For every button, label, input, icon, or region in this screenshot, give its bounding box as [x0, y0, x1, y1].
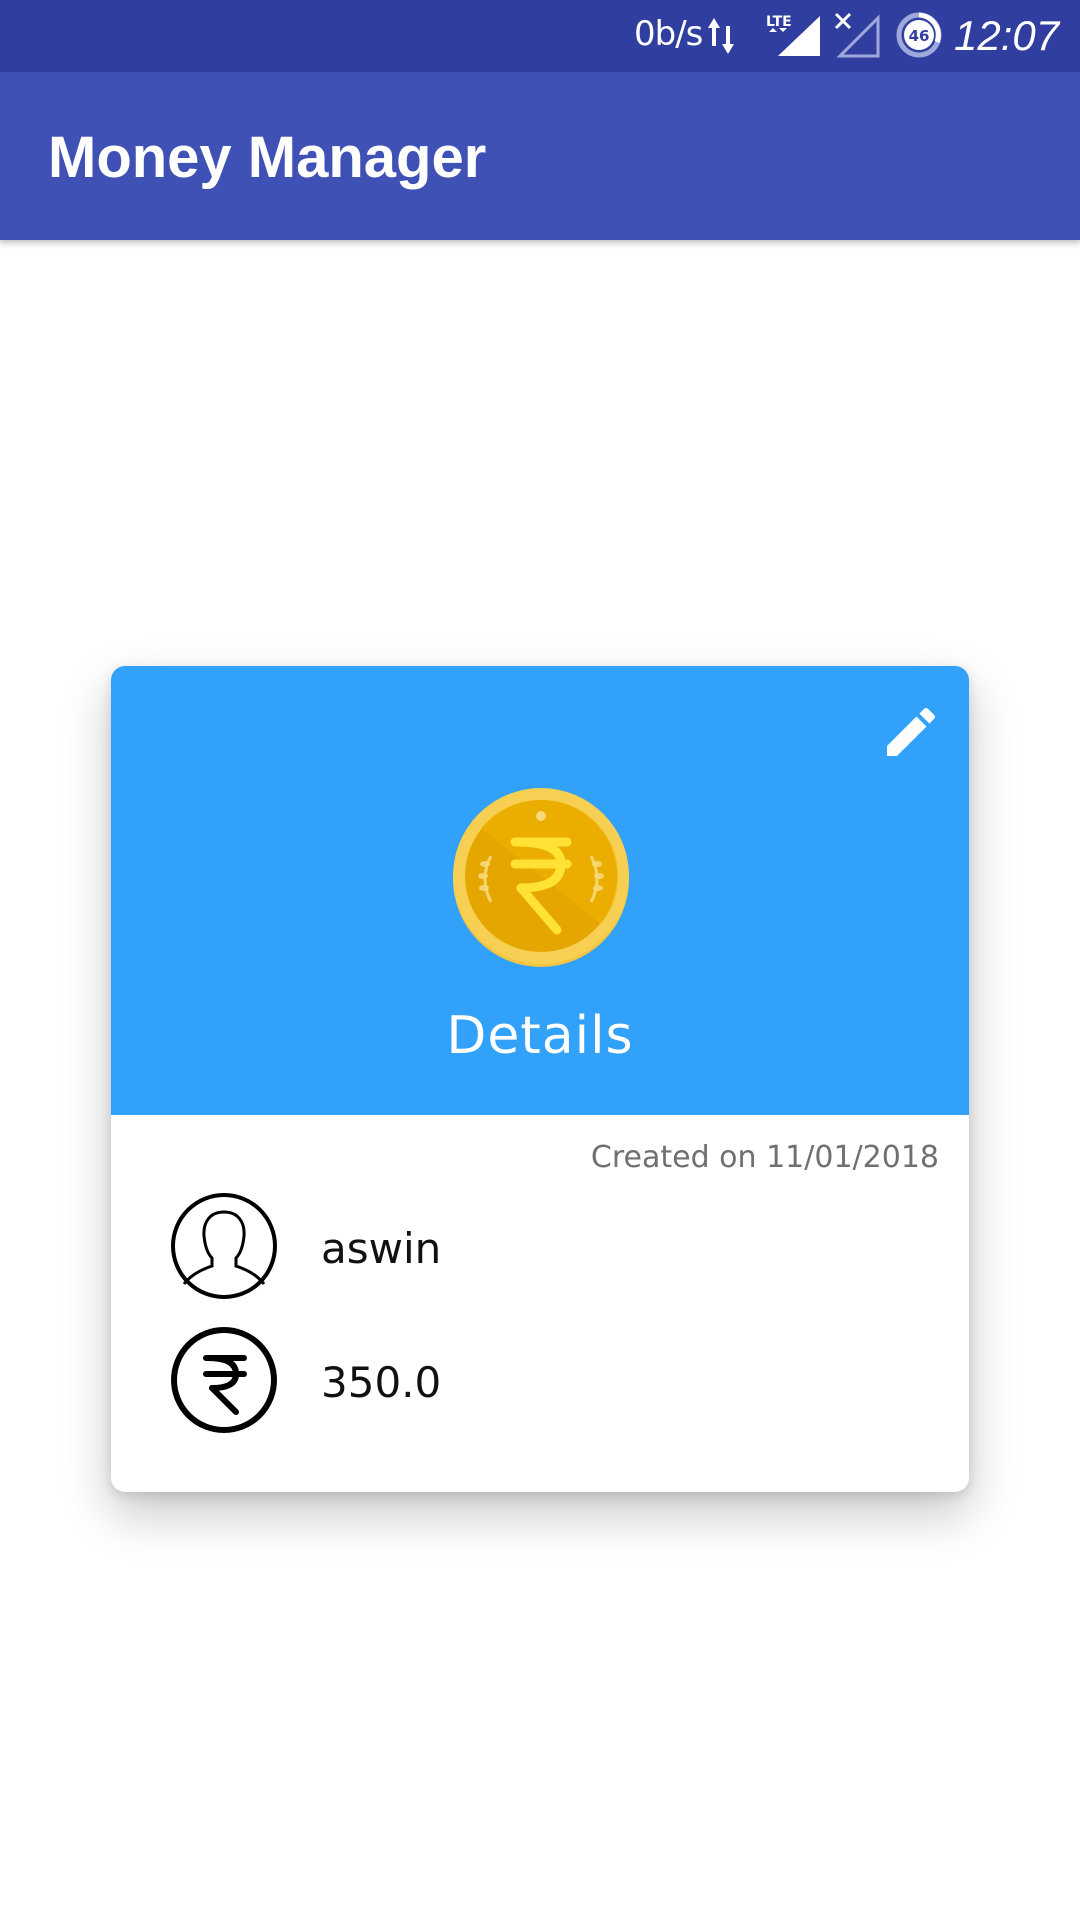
app-title: Money Manager [48, 125, 487, 190]
details-title: Details [446, 1006, 634, 1066]
battery-level: 46 [909, 27, 930, 45]
status-bar: 0b/s LTE 46 12:07 [0, 0, 1080, 72]
no-sim-signal-icon [834, 12, 880, 58]
pencil-icon[interactable] [879, 700, 943, 764]
user-name: aswin [321, 1224, 442, 1273]
details-card: Details Created on 11/01/2018 aswin 350.… [111, 666, 969, 1492]
lte-label: LTE [766, 14, 792, 30]
battery-icon: 46 [896, 12, 942, 58]
rupee-coin-icon [453, 788, 629, 967]
card-header: Details [111, 666, 969, 1115]
lte-signal-icon: LTE [766, 14, 820, 56]
data-transfer-arrows-icon [708, 18, 734, 54]
net-speed: 0b/s [634, 14, 703, 54]
created-on-date: Created on 11/01/2018 [590, 1140, 939, 1175]
amount-value: 350.0 [321, 1358, 442, 1407]
user-avatar-icon [171, 1193, 277, 1299]
rupee-icon [171, 1327, 277, 1433]
app-bar: Money Manager [0, 72, 1080, 240]
clock: 12:07 [954, 12, 1060, 59]
